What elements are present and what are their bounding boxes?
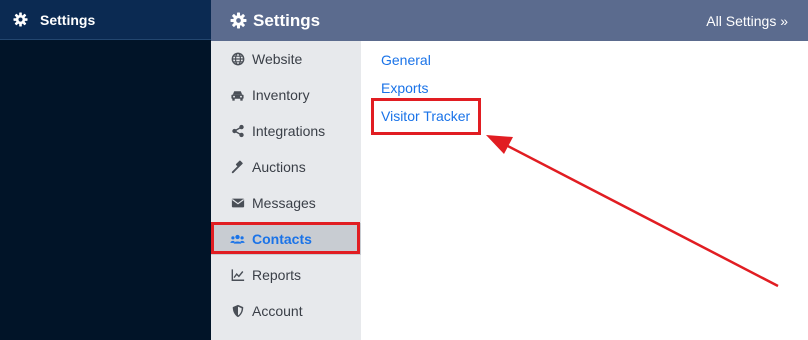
nav-item-account[interactable]: Account — [211, 295, 361, 327]
nav-item-label: Inventory — [252, 87, 310, 103]
envelope-icon — [230, 196, 245, 211]
link-exports[interactable]: Exports — [381, 80, 428, 96]
nav-item-reports[interactable]: Reports — [211, 259, 361, 291]
gear-icon — [13, 12, 28, 27]
link-visitor-tracker[interactable]: Visitor Tracker — [381, 108, 470, 124]
users-icon — [230, 232, 245, 247]
nav-item-label: Integrations — [252, 123, 326, 139]
nav-item-website[interactable]: Website — [211, 43, 361, 75]
nav-item-inventory[interactable]: Inventory — [211, 79, 361, 111]
nav-item-label: Messages — [252, 195, 316, 211]
all-settings-link[interactable]: All Settings » — [706, 13, 788, 29]
shield-icon — [230, 304, 245, 319]
sidebar-header-label: Settings — [40, 11, 96, 28]
share-icon — [230, 124, 245, 139]
globe-icon — [230, 52, 245, 67]
nav-item-label: Reports — [252, 267, 302, 283]
nav-item-label: Account — [252, 303, 303, 319]
page-header: Settings All Settings » — [211, 0, 808, 41]
nav-item-integrations[interactable]: Integrations — [211, 115, 361, 147]
nav-item-messages[interactable]: Messages — [211, 187, 361, 219]
page-title-text: Settings — [253, 10, 321, 30]
car-icon — [230, 88, 245, 103]
page-title: Settings — [230, 11, 320, 31]
chart-line-icon — [230, 268, 245, 283]
nav-item-contacts[interactable]: Contacts — [211, 223, 361, 255]
nav-item-label: Website — [252, 51, 303, 67]
app-sidebar: Settings — [0, 0, 211, 340]
sidebar-header-settings[interactable]: Settings — [0, 0, 211, 40]
nav-item-auctions[interactable]: Auctions — [211, 151, 361, 183]
settings-nav: Website Inventory Integrations Auctions … — [211, 41, 361, 340]
gavel-icon — [230, 160, 245, 175]
nav-item-label: Contacts — [252, 231, 312, 247]
gear-icon — [230, 12, 247, 29]
link-general[interactable]: General — [381, 52, 431, 68]
nav-item-label: Auctions — [252, 159, 306, 175]
